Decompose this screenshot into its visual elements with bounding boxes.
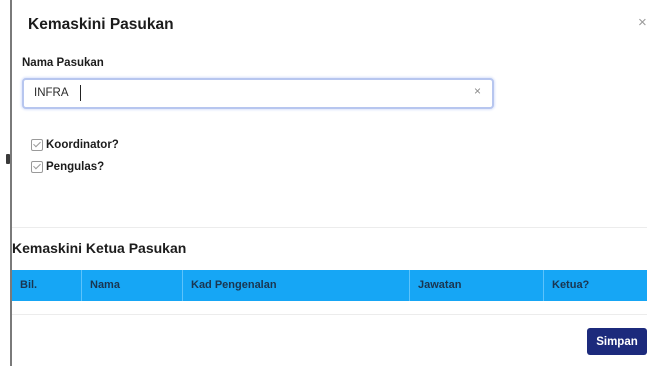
reviewer-checkbox-row[interactable]: Pengulas?	[31, 161, 104, 173]
leaders-table-header: Bil. Nama Kad Pengenalan Jawatan Ketua?	[12, 270, 647, 301]
modal-title: Kemaskini Pasukan	[28, 16, 174, 33]
footer-divider	[12, 314, 647, 315]
text-caret	[80, 85, 81, 101]
background-edge	[0, 0, 10, 366]
clear-icon[interactable]: ×	[474, 84, 481, 98]
section-divider	[12, 227, 647, 228]
team-name-input[interactable]	[34, 84, 454, 102]
reviewer-label: Pengulas?	[46, 161, 105, 173]
save-button[interactable]: Simpan	[587, 328, 647, 355]
column-header-leader[interactable]: Ketua?	[544, 270, 647, 301]
coordinator-checkbox[interactable]	[31, 139, 43, 151]
coordinator-label: Koordinator?	[46, 139, 119, 151]
leaders-section-title: Kemaskini Ketua Pasukan	[12, 240, 187, 256]
close-icon[interactable]: ×	[638, 14, 647, 31]
edit-team-modal: Kemaskini Pasukan × Nama Pasukan × Koord…	[12, 0, 647, 366]
reviewer-checkbox[interactable]	[31, 161, 43, 173]
column-header-ic[interactable]: Kad Pengenalan	[183, 270, 410, 301]
team-name-field: ×	[22, 78, 494, 109]
coordinator-checkbox-row[interactable]: Koordinator?	[31, 139, 119, 151]
column-header-position[interactable]: Jawatan	[410, 270, 544, 301]
background-fragment	[6, 154, 10, 164]
column-header-name[interactable]: Nama	[82, 270, 183, 301]
team-name-label: Nama Pasukan	[22, 57, 104, 69]
column-header-no[interactable]: Bil.	[12, 270, 82, 301]
